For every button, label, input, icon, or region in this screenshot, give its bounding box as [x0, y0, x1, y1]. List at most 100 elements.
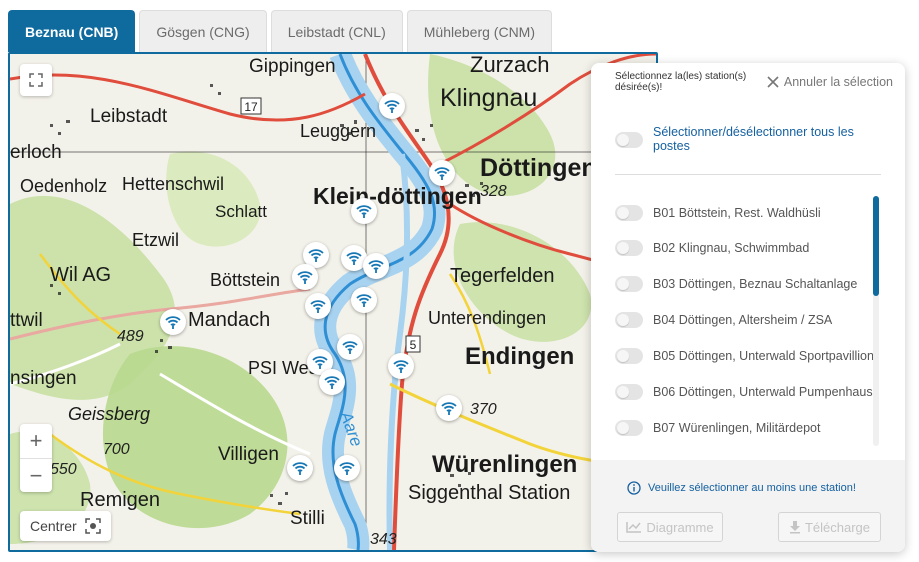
place-wuerenlingen: Würenlingen: [432, 451, 577, 478]
station-marker[interactable]: [287, 455, 313, 481]
zoom-in-button[interactable]: +: [20, 424, 52, 458]
fullscreen-icon: [29, 73, 43, 87]
elevation-489: 489: [117, 328, 144, 345]
wifi-station-icon: [308, 249, 324, 262]
station-marker[interactable]: [292, 264, 318, 290]
station-marker[interactable]: [429, 160, 455, 186]
place-zurzach: Zurzach: [470, 54, 549, 77]
list-item[interactable]: B07 Würenlingen, Militärdepot: [615, 410, 875, 446]
center-label: Centrer: [30, 518, 77, 534]
station-marker[interactable]: [363, 253, 389, 279]
place-boettstein: Böttstein: [210, 270, 280, 290]
download-label: Télécharge: [804, 519, 871, 535]
station-toggle[interactable]: [615, 420, 643, 436]
road-number-5: 5: [410, 338, 417, 352]
place-klingnau: Klingnau: [440, 84, 537, 112]
chart-icon: [626, 522, 642, 533]
wifi-station-icon: [297, 271, 313, 284]
scrollbar-thumb[interactable]: [873, 196, 879, 296]
place-hettenschwil: Hettenschwil: [122, 174, 224, 194]
selection-prompt: Sélectionnez la(les) station(s) désirée(…: [615, 71, 747, 93]
station-toggle[interactable]: [615, 240, 643, 256]
station-toggle[interactable]: [615, 384, 643, 400]
elevation-343: 343: [370, 531, 397, 548]
list-item[interactable]: B03 Döttingen, Beznau Schaltanlage: [615, 266, 875, 302]
station-marker[interactable]: [351, 287, 377, 313]
wifi-station-icon: [384, 100, 400, 113]
wifi-station-icon: [339, 462, 355, 475]
place-siggenthal-station: Siggenthal Station: [408, 482, 570, 504]
elevation-328: 328: [480, 183, 507, 200]
station-toggle[interactable]: [615, 312, 643, 328]
place-kleindoettingen: Klein-döttingen: [313, 183, 482, 209]
list-item[interactable]: B04 Döttingen, Altersheim / ZSA: [615, 302, 875, 338]
wifi-station-icon: [310, 300, 326, 313]
place-villigen: Villigen: [218, 444, 279, 465]
station-marker[interactable]: [334, 455, 360, 481]
station-marker[interactable]: [351, 198, 377, 224]
tab-goesgen[interactable]: Gösgen (CNG): [139, 10, 267, 52]
place-leuggern: Leuggern: [300, 121, 376, 141]
place-unterendingen: Unterendingen: [428, 308, 546, 328]
list-item[interactable]: B06 Döttingen, Unterwald Pumpenhaus: [615, 374, 875, 410]
topographic-map[interactable]: 17 5 Gippingen Zurzach Klingnau Leibstad…: [10, 54, 656, 550]
place-endingen: Endingen: [465, 343, 574, 370]
place-leibstadt: Leibstadt: [90, 106, 168, 127]
select-all-toggle[interactable]: [615, 132, 643, 148]
station-toggle[interactable]: [615, 205, 643, 221]
wifi-station-icon: [368, 260, 384, 273]
station-marker[interactable]: [305, 293, 331, 319]
wifi-station-icon: [324, 376, 340, 389]
select-all-row[interactable]: Sélectionner/désélectionner tous les pos…: [615, 125, 885, 153]
wifi-station-icon: [346, 252, 362, 265]
place-oedenholz: Oedenholz: [20, 176, 107, 196]
list-item[interactable]: B01 Böttstein, Rest. Waldhüsli: [615, 196, 875, 230]
station-marker[interactable]: [379, 93, 405, 119]
place-mandach: Mandach: [188, 309, 270, 331]
cancel-selection-button[interactable]: Annuler la sélection: [767, 75, 893, 89]
wifi-station-icon: [441, 402, 457, 415]
diagram-button[interactable]: Diagramme: [617, 512, 723, 542]
download-button[interactable]: Télécharge: [778, 512, 881, 542]
map-view[interactable]: 17 5 Gippingen Zurzach Klingnau Leibstad…: [8, 52, 658, 552]
info-icon: [627, 481, 641, 495]
panel-divider: [615, 174, 881, 175]
zoom-out-button[interactable]: −: [20, 458, 52, 492]
station-label: B06 Döttingen, Unterwald Pumpenhaus: [653, 385, 873, 399]
wifi-station-icon: [165, 316, 181, 329]
station-marker[interactable]: [436, 395, 462, 421]
tab-leibstadt[interactable]: Leibstadt (CNL): [270, 10, 403, 52]
elevation-370: 370: [470, 401, 497, 418]
station-toggle[interactable]: [615, 276, 643, 292]
place-geissberg: Geissberg: [68, 404, 150, 424]
elevation-700: 700: [103, 441, 130, 458]
station-label: B05 Döttingen, Unterwald Sportpavillion: [653, 349, 874, 363]
place-stilli: Stilli: [290, 508, 325, 529]
place-erloch: erloch: [10, 142, 62, 163]
tab-muehleberg[interactable]: Mühleberg (CNM): [406, 10, 552, 52]
tab-beznau[interactable]: Beznau (CNB): [8, 10, 136, 52]
place-schlatt: Schlatt: [215, 202, 267, 221]
center-button[interactable]: Centrer: [20, 511, 111, 541]
station-toggle[interactable]: [615, 348, 643, 364]
panel-header: Sélectionnez la(les) station(s) désirée(…: [591, 63, 905, 101]
station-label: B02 Klingnau, Schwimmbad: [653, 241, 810, 255]
elevation-550: 550: [50, 461, 77, 478]
station-marker[interactable]: [160, 309, 186, 335]
place-tegerfelden: Tegerfelden: [450, 265, 555, 287]
zoom-controls: + −: [20, 424, 52, 492]
place-wil-ag: Wil AG: [50, 264, 111, 286]
place-gippingen: Gippingen: [249, 56, 336, 77]
list-item[interactable]: B05 Döttingen, Unterwald Sportpavillion: [615, 338, 875, 374]
station-marker[interactable]: [319, 369, 345, 395]
place-etzwil: Etzwil: [132, 230, 179, 250]
station-list-scrollbar[interactable]: [873, 196, 879, 446]
list-item[interactable]: B02 Klingnau, Schwimmbad: [615, 230, 875, 266]
station-marker[interactable]: [337, 334, 363, 360]
place-doettingen: Döttingen: [480, 154, 597, 182]
fullscreen-button[interactable]: [20, 64, 52, 96]
station-marker[interactable]: [388, 353, 414, 379]
close-icon: [767, 76, 779, 88]
select-all-label[interactable]: Sélectionner/désélectionner tous les pos…: [653, 125, 885, 153]
wifi-station-icon: [342, 341, 358, 354]
